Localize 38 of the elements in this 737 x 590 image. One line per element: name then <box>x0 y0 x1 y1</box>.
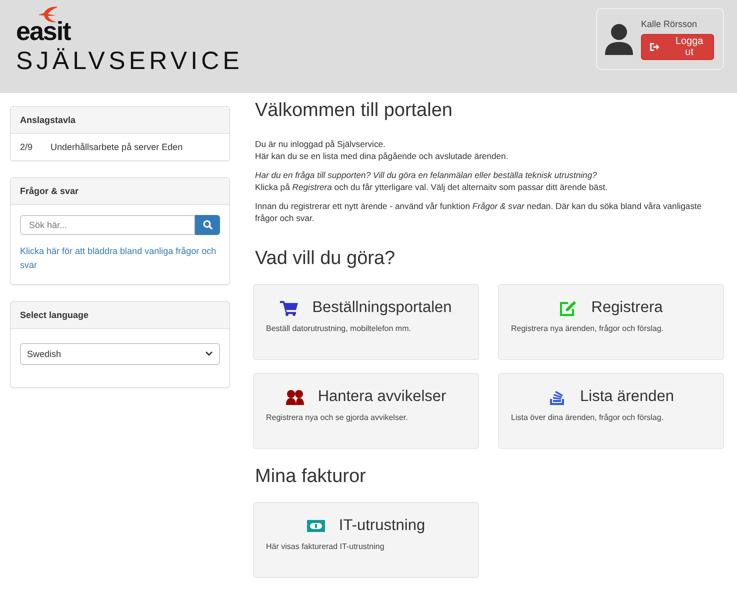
notice-date: 2/9 <box>20 142 33 152</box>
service-tile[interactable]: Registrera Registrera nya ärenden, frågor och förslag. <box>498 284 724 360</box>
search-icon <box>202 220 212 230</box>
language-select[interactable]: Swedish <box>20 343 220 365</box>
logo-subtitle: SJÄLVSERVICE <box>16 46 244 76</box>
page-title: Välkommen till portalen <box>255 100 454 122</box>
service-tile[interactable]: Hantera avvikelser Registrera nya och se gjorda avvikelser. <box>253 373 479 449</box>
section-title: Mina fakturor <box>255 466 367 488</box>
tile-title: Hantera avvikelser <box>318 388 446 406</box>
service-tile[interactable]: Beställningsportalen Beställ datorutrustning, mobiltelefon mm. <box>253 284 479 360</box>
user-icon <box>605 23 633 55</box>
tile-description: Beställ datorutrustning, mobiltelefon mm. <box>266 324 412 333</box>
tile-description: Här visas fakturerad IT-utrustning <box>266 542 386 551</box>
tile-description: Lista över dina ärenden, frågor och förslag. <box>511 413 665 422</box>
tile-description: Registrera nya och se gjorda avvikelser. <box>266 413 409 422</box>
panel-title: Select language <box>11 302 229 329</box>
user-name: Kalle Rörsson <box>641 18 698 28</box>
logout-button[interactable]: Logga ut <box>641 34 714 60</box>
chevron-icon <box>205 351 213 357</box>
tile-title: Lista ärenden <box>580 388 674 406</box>
notice-link[interactable]: Underhållsarbete på server Eden <box>50 142 183 152</box>
intro-paragraph: Du är nu inloggad på Självservice. Här kan du se en lista med dina pågående och avslutade ärenden. <box>255 138 510 162</box>
panel-title: Frågor & svar <box>11 178 229 205</box>
search-field[interactable]: Sök här... <box>20 215 195 235</box>
tile-description: Registrera nya ärenden, frågor och förslag. <box>511 324 665 333</box>
intro-paragraph: Innan du registrerar ett nytt ärende - använd vår funktion Frågor & svar nedan. Där kan du söka bland våra vanligaste frågor och svar. <box>255 200 703 224</box>
tile-title: Beställningsportalen <box>312 299 452 317</box>
logout-icon <box>650 42 660 52</box>
logo-text: easit <box>16 18 70 44</box>
intro-paragraph: Har du en fråga till supporten? Vill du göra en felanmälan eller beställa teknisk utrustning? Klicka på Registrera och du får ytterligare val. Välj det alternaitv som passar ditt ärende bäst. <box>255 169 609 193</box>
search-button[interactable] <box>195 215 220 235</box>
service-tile[interactable]: Lista ärenden Lista över dina ärenden, frågor och förslag. <box>498 373 724 449</box>
tile-title: IT-utrustning <box>338 517 426 535</box>
panel-title: Anslagstavla <box>11 107 229 134</box>
service-tile[interactable]: IT-utrustning Här visas fakturerad IT-utrustning <box>253 502 479 578</box>
section-title: Vad vill du göra? <box>255 248 396 270</box>
faq-link[interactable]: Klicka här för att bläddra bland vanliga frågor och svar <box>20 244 220 272</box>
tile-title: Registrera <box>591 299 663 317</box>
